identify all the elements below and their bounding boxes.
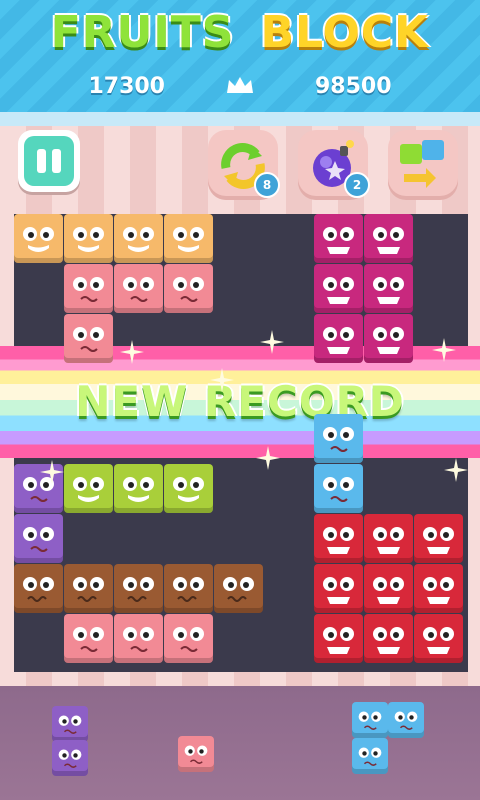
pink-block (64, 314, 113, 363)
magenta-block (314, 214, 363, 263)
crown-icon (227, 77, 253, 93)
green-block (114, 464, 163, 513)
red-block (314, 614, 363, 663)
magenta-block (314, 314, 363, 363)
swap-icon (400, 140, 444, 188)
tray-blue-piece[interactable] (352, 702, 388, 738)
purple-block (14, 514, 63, 563)
refresh-powerup-button[interactable]: 8 (208, 130, 280, 200)
pause-button[interactable] (18, 130, 80, 192)
red-block (414, 514, 463, 563)
bomb-count-badge: 2 (344, 172, 370, 198)
red-block (314, 514, 363, 563)
blue-block (314, 464, 363, 513)
magenta-block (364, 314, 413, 363)
sparkle-icon (432, 338, 456, 362)
title-word-fruits: FRUITS (50, 7, 235, 58)
pink-block (164, 614, 213, 663)
brown-block (214, 564, 263, 613)
blue-block (314, 414, 363, 463)
red-block (364, 614, 413, 663)
magenta-block (314, 264, 363, 313)
sparkle-icon (260, 330, 284, 354)
red-block (364, 564, 413, 613)
red-block (364, 514, 413, 563)
bomb-powerup-button[interactable]: 2 (298, 130, 370, 200)
sparkle-icon (256, 446, 280, 470)
pink-block (64, 264, 113, 313)
pink-block (114, 264, 163, 313)
pink-block (164, 264, 213, 313)
orange-block (164, 214, 213, 263)
tray-purple-piece[interactable] (52, 706, 88, 742)
brown-block (114, 564, 163, 613)
red-block (414, 614, 463, 663)
current-score: 17300 (88, 73, 165, 99)
orange-block (64, 214, 113, 263)
best-score: 98500 (315, 73, 392, 99)
pink-block (114, 614, 163, 663)
pause-icon (24, 136, 74, 186)
pause-bar-right (52, 149, 61, 173)
brown-block (64, 564, 113, 613)
game-title: FRUITS BLOCK (0, 6, 480, 60)
pause-bar-left (37, 149, 46, 173)
red-block (414, 564, 463, 613)
refresh-count-badge: 8 (254, 172, 280, 198)
title-word-block: BLOCK (260, 7, 430, 58)
tray-pink-piece[interactable] (178, 736, 214, 772)
sparkle-icon (210, 368, 234, 392)
swap-powerup-button[interactable] (388, 130, 458, 200)
sparkle-icon (40, 460, 64, 484)
sparkle-icon (120, 340, 144, 364)
brown-block (164, 564, 213, 613)
tray-blue-piece[interactable] (352, 738, 388, 774)
header-divider (0, 112, 480, 126)
green-block (64, 464, 113, 513)
brown-block (14, 564, 63, 613)
score-bar: 17300 98500 (0, 66, 480, 106)
pink-block (64, 614, 113, 663)
magenta-block (364, 214, 413, 263)
tray-blue-piece[interactable] (388, 702, 424, 738)
magenta-block (364, 264, 413, 313)
header-bar: FRUITS BLOCK 17300 98500 (0, 0, 480, 112)
tray-purple-piece[interactable] (52, 740, 88, 776)
sparkle-icon (444, 458, 468, 482)
red-block (314, 564, 363, 613)
green-block (164, 464, 213, 513)
orange-block (114, 214, 163, 263)
orange-block (14, 214, 63, 263)
